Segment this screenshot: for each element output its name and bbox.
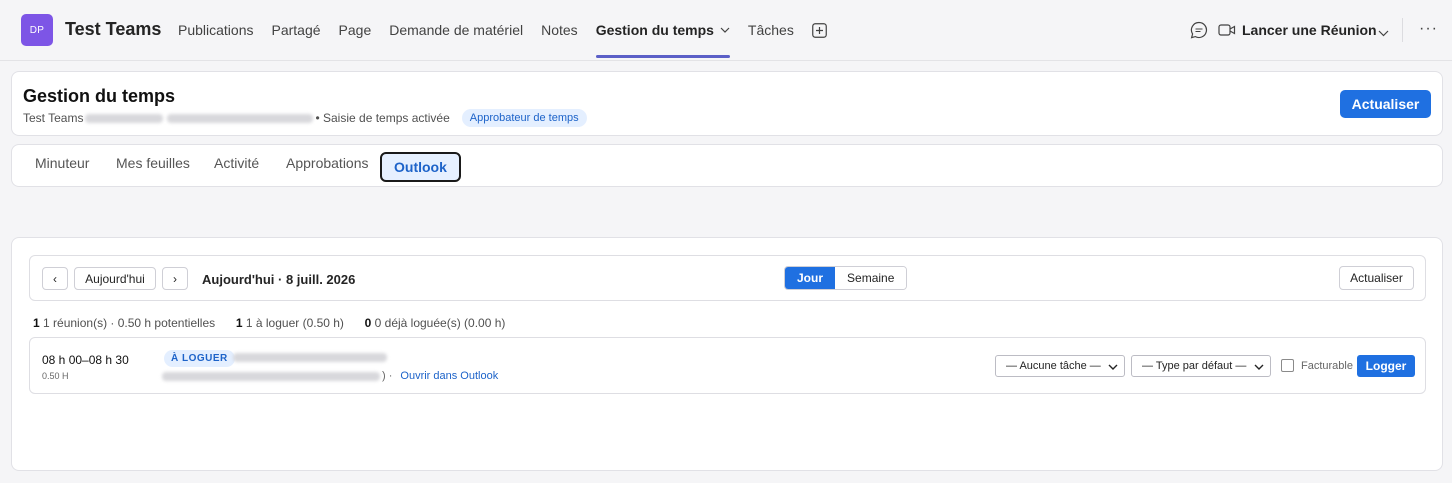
meetings-summary: 1 1 réunion(s) · 0.50 h potentielles 1 1… xyxy=(33,316,505,330)
meeting-row: 08 h 00–08 h 30 0.50 H À LOGUER ) · Ouvr… xyxy=(29,337,1426,394)
today-button[interactable]: Aujourd'hui xyxy=(74,267,156,290)
task-select[interactable]: — Aucune tâche — xyxy=(995,355,1125,377)
task-select-value: — Aucune tâche — xyxy=(1006,360,1101,372)
date-toolbar: ‹ Aujourd'hui › Aujourd'hui · 8 juill. 2… xyxy=(29,255,1426,301)
status-badge: À LOGUER xyxy=(164,350,235,367)
tab-partage[interactable]: Partagé xyxy=(272,0,321,60)
chevron-down-icon xyxy=(1108,362,1118,374)
chevron-down-icon[interactable] xyxy=(1378,24,1389,42)
redacted-meeting-title xyxy=(233,353,387,362)
teams-header: DP Test Teams Publications Partagé Page … xyxy=(0,0,1452,61)
view-day-button[interactable]: Jour xyxy=(785,267,836,289)
billable-label: Facturable xyxy=(1301,359,1353,372)
tab-publications[interactable]: Publications xyxy=(178,0,254,60)
billable-option: Facturable xyxy=(1281,359,1353,372)
add-tab-icon[interactable] xyxy=(811,0,827,60)
tab-outlook[interactable]: Outlook xyxy=(380,152,461,182)
tab-approbations[interactable]: Approbations xyxy=(286,155,369,171)
tab-mes-feuilles[interactable]: Mes feuilles xyxy=(116,155,190,171)
type-select-value: — Type par défaut — xyxy=(1142,360,1247,372)
section-tabs: Minuteur Mes feuilles Activité Approbati… xyxy=(11,144,1443,187)
page-header-card: Gestion du temps Test Teams • Saisie de … xyxy=(11,71,1443,136)
more-options-icon[interactable]: ··· xyxy=(1419,20,1438,38)
meetings-text: 1 réunion(s) · 0.50 h potentielles xyxy=(43,316,216,330)
tab-gestion-temps[interactable]: Gestion du temps xyxy=(595,0,731,60)
type-select[interactable]: — Type par défaut — xyxy=(1131,355,1271,377)
chevron-down-icon xyxy=(1254,362,1264,374)
team-prefix: Test Teams xyxy=(23,111,84,125)
current-date-label: Aujourd'hui · 8 juill. 2026 xyxy=(202,272,356,287)
chat-icon[interactable] xyxy=(1190,21,1208,39)
page-title: Gestion du temps xyxy=(23,86,176,106)
meeting-subline: ) · Ouvrir dans Outlook xyxy=(160,370,498,382)
status-text: • Saisie de temps activée xyxy=(315,111,450,125)
to-log-text: 1 à loguer (0.50 h) xyxy=(245,316,344,330)
redacted-text xyxy=(162,371,380,381)
video-icon[interactable] xyxy=(1218,22,1236,38)
meetings-count: 1 xyxy=(33,316,40,330)
team-name: Test Teams xyxy=(65,19,162,39)
open-in-outlook-link[interactable]: Ouvrir dans Outlook xyxy=(400,370,498,382)
meeting-duration: 0.50 H xyxy=(42,371,69,381)
prev-day-button[interactable]: ‹ xyxy=(42,267,68,290)
billable-checkbox[interactable] xyxy=(1281,359,1294,372)
tab-minuteur[interactable]: Minuteur xyxy=(35,155,89,171)
meeting-sub-suffix: ) · xyxy=(382,370,393,382)
tab-page[interactable]: Page xyxy=(339,0,372,60)
view-week-button[interactable]: Semaine xyxy=(835,267,907,289)
page-meta: Test Teams • Saisie de temps activée App… xyxy=(23,109,587,127)
start-meeting-button[interactable]: Lancer une Réunion xyxy=(1242,22,1377,38)
meeting-time: 08 h 00–08 h 30 xyxy=(42,353,129,367)
to-log-count: 1 xyxy=(235,316,243,330)
team-avatar[interactable]: DP xyxy=(21,14,53,46)
approver-badge: Approbateur de temps xyxy=(461,109,587,127)
outlook-refresh-button[interactable]: Actualiser xyxy=(1339,266,1414,290)
redacted-text xyxy=(85,113,164,123)
logged-text: 0 déjà loguée(s) (0.00 h) xyxy=(374,316,506,330)
redacted-text xyxy=(167,113,314,123)
refresh-button[interactable]: Actualiser xyxy=(1340,90,1431,118)
view-toggle: Jour Semaine xyxy=(784,266,908,290)
tab-notes[interactable]: Notes xyxy=(541,0,578,60)
channel-tabs: Publications Partagé Page Demande de mat… xyxy=(178,0,827,60)
logged-count: 0 xyxy=(364,316,372,330)
log-button[interactable]: Logger xyxy=(1357,355,1415,377)
tab-activite[interactable]: Activité xyxy=(214,155,259,171)
outlook-panel: ‹ Aujourd'hui › Aujourd'hui · 8 juill. 2… xyxy=(11,237,1443,471)
tab-taches[interactable]: Tâches xyxy=(748,0,794,60)
tab-gestion-temps-label: Gestion du temps xyxy=(595,22,714,38)
next-day-button[interactable]: › xyxy=(162,267,188,290)
divider xyxy=(1402,18,1403,42)
tab-demande-materiel[interactable]: Demande de matériel xyxy=(389,0,523,60)
chevron-down-icon[interactable] xyxy=(720,27,730,33)
